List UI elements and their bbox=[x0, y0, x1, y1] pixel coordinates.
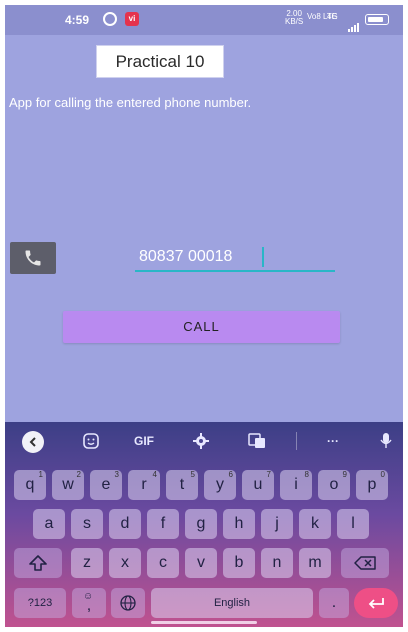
key-d[interactable]: d bbox=[109, 509, 141, 539]
key-number-hint: 6 bbox=[228, 470, 233, 479]
globe-icon bbox=[120, 595, 136, 611]
key-x[interactable]: x bbox=[109, 548, 141, 578]
key-label: o bbox=[329, 476, 339, 493]
key-k[interactable]: k bbox=[299, 509, 331, 539]
key-number-hint: 7 bbox=[266, 470, 271, 479]
home-indicator[interactable] bbox=[151, 621, 257, 624]
period-key[interactable]: . bbox=[319, 588, 349, 618]
sticker-icon[interactable] bbox=[79, 430, 103, 452]
key-z[interactable]: z bbox=[71, 548, 103, 578]
key-number-hint: 1 bbox=[38, 470, 43, 479]
status-bar: 4:59 vi 2.00 KB/S Vo8 LTE 4G bbox=[5, 5, 403, 35]
key-c[interactable]: c bbox=[147, 548, 179, 578]
key-b[interactable]: b bbox=[223, 548, 255, 578]
call-button[interactable]: CALL bbox=[63, 311, 340, 343]
key-label: r bbox=[141, 476, 147, 493]
status-time: 4:59 bbox=[65, 13, 90, 27]
gif-button[interactable]: GIF bbox=[129, 430, 159, 452]
phone-screen: 4:59 vi 2.00 KB/S Vo8 LTE 4G Practical 1… bbox=[5, 5, 403, 627]
soft-keyboard: GIF ··· q1 w2 e3 r4 t5 y6 u7 i8 o9 p0 a … bbox=[5, 422, 403, 627]
key-g[interactable]: g bbox=[185, 509, 217, 539]
key-h[interactable]: h bbox=[223, 509, 255, 539]
key-number-hint: 9 bbox=[342, 470, 347, 479]
key-o[interactable]: o9 bbox=[318, 470, 350, 500]
language-key[interactable] bbox=[111, 588, 145, 618]
enter-key[interactable] bbox=[354, 588, 398, 618]
key-e[interactable]: e3 bbox=[90, 470, 122, 500]
key-number-hint: 5 bbox=[190, 470, 195, 479]
backspace-icon bbox=[354, 556, 376, 570]
phone-icon bbox=[25, 250, 41, 266]
key-label: t bbox=[179, 476, 185, 493]
signal-label: 4G bbox=[327, 12, 338, 21]
key-number-hint: 2 bbox=[76, 470, 81, 479]
keyboard-toolbar: GIF ··· bbox=[5, 422, 403, 460]
key-u[interactable]: u7 bbox=[242, 470, 274, 500]
key-label: e bbox=[101, 476, 111, 493]
battery-icon bbox=[365, 14, 389, 25]
key-q[interactable]: q1 bbox=[14, 470, 46, 500]
phone-number-input[interactable]: 80837 00018 bbox=[135, 246, 335, 272]
key-label: u bbox=[253, 476, 263, 493]
space-key[interactable]: English bbox=[151, 588, 313, 618]
key-label: q bbox=[25, 476, 35, 493]
network-speed: 2.00 KB/S bbox=[285, 10, 303, 26]
shift-icon bbox=[29, 555, 47, 571]
text-cursor bbox=[262, 247, 264, 267]
key-w[interactable]: w2 bbox=[52, 470, 84, 500]
key-a[interactable]: a bbox=[33, 509, 65, 539]
symbols-key[interactable]: ?123 bbox=[14, 588, 66, 618]
key-f[interactable]: f bbox=[147, 509, 179, 539]
translate-icon[interactable] bbox=[245, 430, 269, 452]
key-n[interactable]: n bbox=[261, 548, 293, 578]
signal-bars-icon bbox=[348, 14, 360, 32]
chevron-left-icon[interactable] bbox=[22, 431, 44, 453]
emoji-icon: ☺ bbox=[83, 591, 94, 602]
phone-icon-button[interactable] bbox=[10, 242, 56, 274]
vi-icon: vi bbox=[125, 12, 139, 26]
shift-key[interactable] bbox=[14, 548, 62, 578]
key-m[interactable]: m bbox=[299, 548, 331, 578]
phone-number-value: 80837 00018 bbox=[139, 248, 233, 265]
key-label: w bbox=[62, 476, 74, 493]
key-label: y bbox=[216, 476, 224, 493]
more-options-button[interactable]: ··· bbox=[321, 430, 345, 452]
key-j[interactable]: j bbox=[261, 509, 293, 539]
toolbar-divider bbox=[296, 432, 297, 450]
key-l[interactable]: l bbox=[337, 509, 369, 539]
network-speed-unit: KB/S bbox=[285, 17, 304, 26]
key-number-hint: 0 bbox=[380, 470, 385, 479]
key-r[interactable]: r4 bbox=[128, 470, 160, 500]
key-number-hint: 3 bbox=[114, 470, 119, 479]
backspace-key[interactable] bbox=[341, 548, 389, 578]
key-label: i bbox=[294, 476, 298, 493]
whatsapp-icon bbox=[103, 12, 117, 26]
key-s[interactable]: s bbox=[71, 509, 103, 539]
enter-icon bbox=[368, 598, 384, 609]
key-t[interactable]: t5 bbox=[166, 470, 198, 500]
key-i[interactable]: i8 bbox=[280, 470, 312, 500]
page-title: Practical 10 bbox=[96, 45, 224, 78]
key-p[interactable]: p0 bbox=[356, 470, 388, 500]
app-description: App for calling the entered phone number… bbox=[9, 95, 252, 110]
key-v[interactable]: v bbox=[185, 548, 217, 578]
gear-icon[interactable] bbox=[189, 430, 213, 452]
mic-icon[interactable] bbox=[374, 430, 398, 452]
key-y[interactable]: y6 bbox=[204, 470, 236, 500]
key-number-hint: 8 bbox=[304, 470, 309, 479]
key-number-hint: 4 bbox=[152, 470, 157, 479]
key-label: p bbox=[367, 476, 377, 493]
emoji-comma-key[interactable]: ☺ , bbox=[72, 588, 106, 618]
